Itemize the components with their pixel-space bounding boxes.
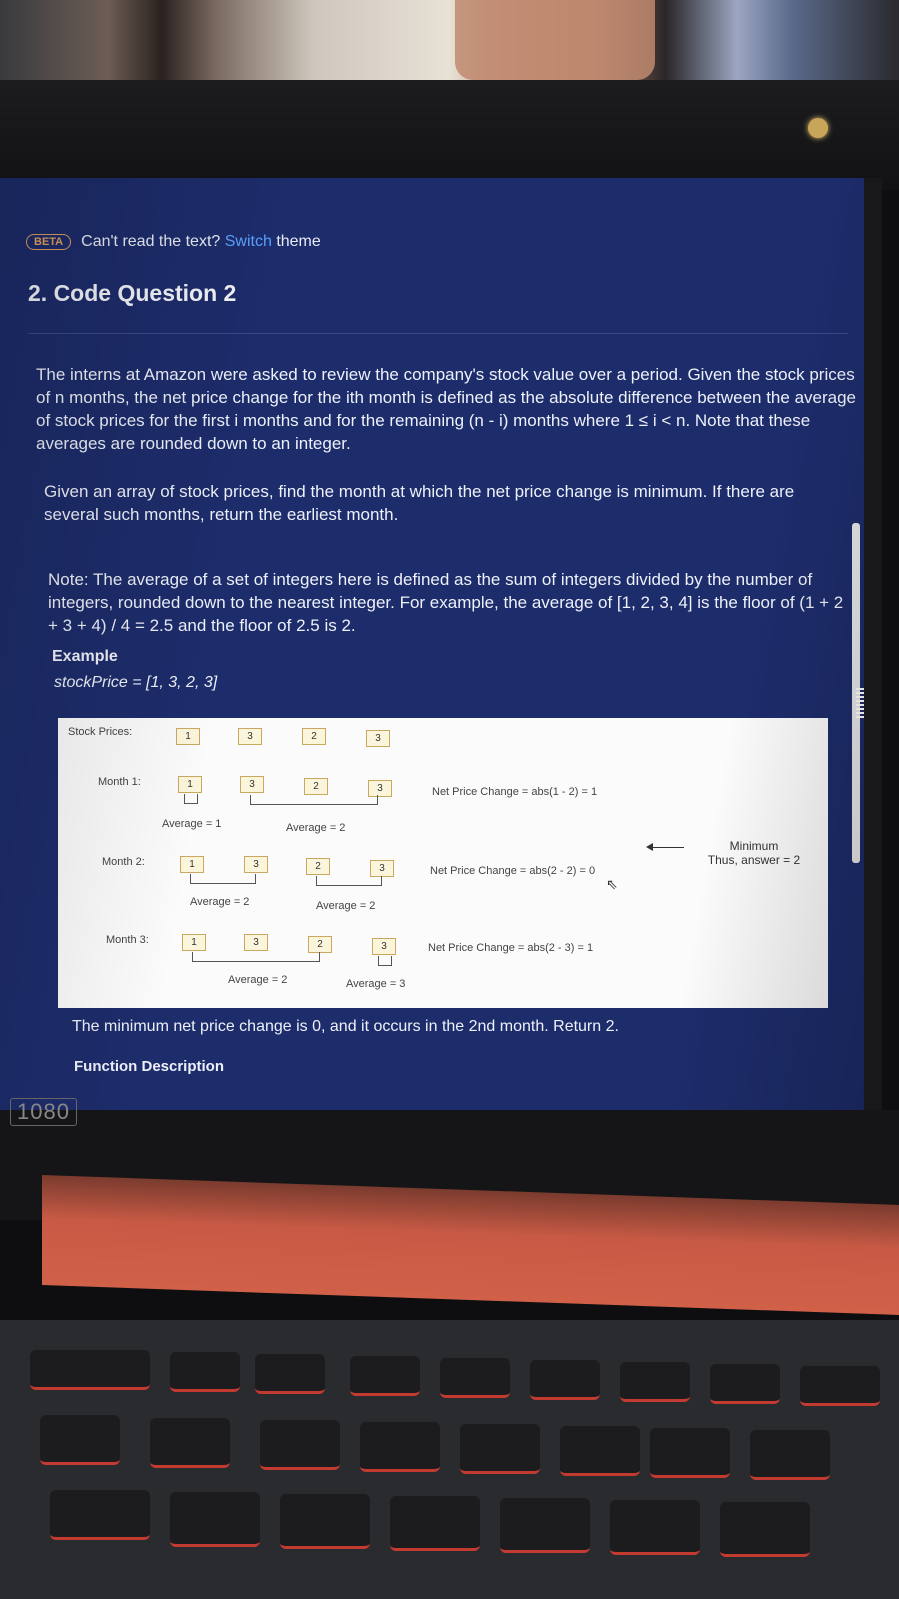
keyboard-key — [170, 1352, 240, 1392]
title-divider — [28, 333, 848, 334]
keyboard-key — [170, 1492, 260, 1547]
theme-banner: BETA Can't read the text? Switch theme — [26, 233, 321, 251]
price-cell: 1 — [178, 776, 202, 793]
keyboard-key — [720, 1502, 810, 1557]
arrow-left-icon — [646, 843, 684, 851]
background-cloth — [455, 0, 655, 80]
background-room — [0, 0, 899, 90]
beta-badge: BETA — [26, 234, 72, 250]
keyboard-key — [280, 1494, 370, 1549]
keyboard-key — [800, 1366, 880, 1406]
price-cell: 2 — [304, 778, 328, 795]
average-label: Average = 1 — [162, 818, 222, 830]
group-bracket — [316, 876, 382, 886]
month-label: Month 3: — [106, 934, 149, 946]
keyboard-key — [50, 1490, 150, 1540]
price-cell: 3 — [244, 934, 268, 951]
price-cell: 3 — [238, 728, 262, 745]
price-cell: 2 — [306, 858, 330, 875]
keyboard-deck — [0, 1320, 899, 1599]
price-cell: 2 — [302, 728, 326, 745]
keyboard-key — [360, 1422, 440, 1472]
keyboard-key — [255, 1354, 325, 1394]
keyboard-key — [350, 1356, 420, 1396]
example-heading: Example — [52, 648, 118, 665]
question-title: 2. Code Question 2 — [28, 280, 237, 306]
minimum-note: Minimum Thus, answer = 2 — [694, 839, 814, 867]
laptop-screen: BETA Can't read the text? Switch theme 2… — [0, 178, 882, 1130]
keyboard-key — [750, 1430, 830, 1480]
laptop-top-bezel — [0, 80, 899, 190]
price-cell: 3 — [244, 856, 268, 873]
keyboard-key — [530, 1360, 600, 1400]
price-cell: 3 — [370, 860, 394, 877]
scroll-grip — [856, 688, 864, 718]
conclusion-text: The minimum net price change is 0, and i… — [72, 1018, 619, 1035]
net-price-change: Net Price Change = abs(2 - 2) = 0 — [430, 865, 596, 877]
problem-note: Note: The average of a set of integers h… — [48, 570, 844, 635]
keyboard-key — [710, 1364, 780, 1404]
switch-theme-link[interactable]: Switch — [225, 233, 272, 250]
group-bracket — [378, 956, 392, 966]
keyboard-key — [260, 1420, 340, 1470]
keyboard-key — [460, 1424, 540, 1474]
price-cell: 3 — [366, 730, 390, 747]
month-label: Month 2: — [102, 856, 145, 868]
resolution-badge: 1080 — [10, 1098, 77, 1126]
example-diagram: Stock Prices: 1 3 2 3 Month 1: 1 3 2 3 A… — [58, 718, 828, 1008]
keyboard-key — [440, 1358, 510, 1398]
keyboard-key — [650, 1428, 730, 1478]
banner-theme-text: theme — [276, 233, 321, 250]
average-label: Average = 2 — [316, 900, 376, 912]
price-cell: 2 — [308, 936, 332, 953]
function-description-heading: Function Description — [74, 1058, 224, 1075]
group-bracket — [250, 795, 378, 805]
group-bracket — [190, 874, 256, 884]
keyboard-key — [390, 1496, 480, 1551]
keyboard-key — [40, 1415, 120, 1465]
average-label: Average = 3 — [346, 978, 406, 990]
price-cell: 1 — [176, 728, 200, 745]
price-cell: 3 — [240, 776, 264, 793]
group-bracket — [184, 794, 198, 804]
problem-paragraph-2: Given an array of stock prices, find the… — [44, 482, 795, 524]
net-price-change: Net Price Change = abs(1 - 2) = 1 — [432, 786, 598, 798]
average-label: Average = 2 — [190, 896, 250, 908]
keyboard-key — [150, 1418, 230, 1468]
price-cell: 1 — [182, 934, 206, 951]
keyboard-key — [620, 1362, 690, 1402]
minimum-label: Minimum — [729, 839, 779, 853]
group-bracket — [192, 952, 320, 962]
month-label: Month 1: — [98, 776, 141, 788]
problem-paragraph-1: The interns at Amazon were asked to revi… — [36, 365, 857, 453]
average-label: Average = 2 — [286, 822, 346, 834]
answer-label: Thus, answer = 2 — [707, 853, 801, 867]
price-cell: 1 — [180, 856, 204, 873]
mouse-cursor-icon: ⇖ — [606, 876, 618, 892]
price-cell: 3 — [372, 938, 396, 955]
average-label: Average = 2 — [228, 974, 288, 986]
keyboard-key — [560, 1426, 640, 1476]
stock-prices-label: Stock Prices: — [68, 726, 133, 738]
example-input: stockPrice = [1, 3, 2, 3] — [54, 674, 218, 691]
banner-prompt: Can't read the text? — [81, 233, 221, 250]
keyboard-key — [610, 1500, 700, 1555]
net-price-change: Net Price Change = abs(2 - 3) = 1 — [428, 942, 594, 954]
keyboard-key — [30, 1350, 150, 1390]
webcam-light — [808, 118, 828, 138]
keyboard-key — [500, 1498, 590, 1553]
